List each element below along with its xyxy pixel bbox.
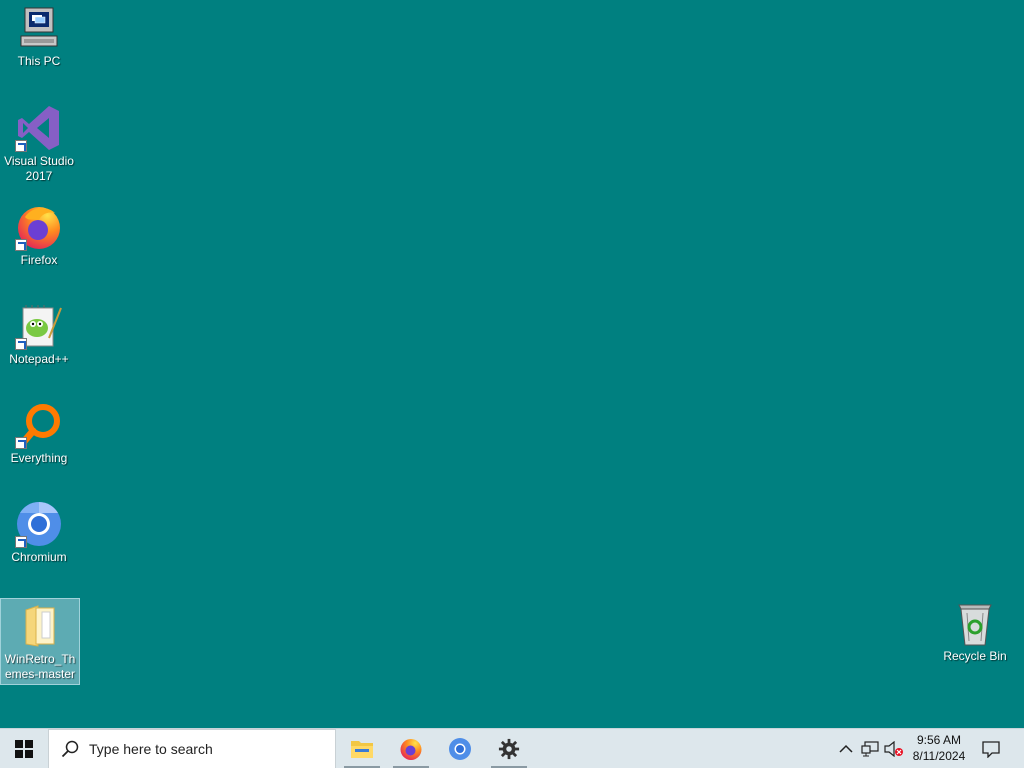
clock-time: 9:56 AM <box>916 733 962 747</box>
taskbar-clock[interactable]: 9:56 AM 8/11/2024 <box>904 732 974 764</box>
search-placeholder: Type here to search <box>89 741 213 757</box>
desktop-icon-everything[interactable]: Everything <box>0 401 78 466</box>
everything-search-icon <box>15 401 63 449</box>
desktop-icon-winretro-themes-folder[interactable]: WinRetro_Themes-master <box>0 598 80 685</box>
folder-icon <box>16 602 64 650</box>
desktop-icon-label: Chromium <box>11 550 67 564</box>
start-button[interactable] <box>0 729 48 768</box>
speaker-muted-icon <box>884 741 903 757</box>
taskbar-app-firefox[interactable] <box>391 729 431 768</box>
volume-tray-button[interactable] <box>884 739 904 759</box>
shortcut-arrow-icon <box>15 140 27 152</box>
chromium-icon <box>449 738 471 760</box>
desktop-icon-visual-studio[interactable]: Visual Studio 2017 <box>0 104 78 184</box>
shortcut-arrow-icon <box>15 437 27 449</box>
firefox-icon <box>400 739 422 760</box>
recycle-bin-icon <box>951 599 999 647</box>
desktop-icon-label: Everything <box>10 451 68 465</box>
action-center-icon <box>982 741 1000 758</box>
taskbar-app-chromium[interactable] <box>440 729 480 768</box>
windows-logo-icon <box>15 740 33 758</box>
taskbar-app-settings[interactable] <box>489 729 529 768</box>
chevron-up-icon <box>839 744 853 753</box>
taskbar: Type here to search 9:56 AM 8/11/2024 <box>0 728 1024 768</box>
desktop-icon-this-pc[interactable]: This PC <box>0 4 78 69</box>
shortcut-arrow-icon <box>15 239 27 251</box>
desktop-icon-label: Visual Studio 2017 <box>4 154 74 183</box>
shortcut-arrow-icon <box>15 536 27 548</box>
desktop-icon-firefox[interactable]: Firefox <box>0 203 78 268</box>
desktop-icon-recycle-bin[interactable]: Recycle Bin <box>936 599 1014 664</box>
taskbar-search-box[interactable]: Type here to search <box>48 729 336 768</box>
visual-studio-icon <box>15 104 63 152</box>
search-icon <box>61 740 79 758</box>
notepad-plus-plus-icon <box>15 302 63 350</box>
taskbar-app-file-explorer[interactable] <box>342 729 382 768</box>
gear-icon <box>498 738 520 760</box>
desktop-icon-label: Firefox <box>20 253 58 267</box>
network-icon <box>861 741 879 757</box>
desktop-icon-notepad-plus-plus[interactable]: Notepad++ <box>0 302 78 367</box>
firefox-icon <box>15 203 63 251</box>
computer-icon <box>15 4 63 52</box>
action-center-button[interactable] <box>981 739 1001 759</box>
file-explorer-icon <box>351 741 373 758</box>
desktop[interactable]: This PC Visual Studio 2017 Firefox Notep… <box>0 0 1024 728</box>
desktop-icon-label: WinRetro_Themes-master <box>4 652 76 681</box>
shortcut-arrow-icon <box>15 338 27 350</box>
chromium-icon <box>15 500 63 548</box>
desktop-icon-label: Recycle Bin <box>943 649 1007 663</box>
clock-date: 8/11/2024 <box>912 749 966 763</box>
network-tray-button[interactable] <box>860 739 880 759</box>
show-hidden-icons-button[interactable] <box>836 739 856 759</box>
desktop-icon-label: Notepad++ <box>9 352 69 366</box>
desktop-icon-chromium[interactable]: Chromium <box>0 500 78 565</box>
desktop-icon-label: This PC <box>17 54 61 68</box>
